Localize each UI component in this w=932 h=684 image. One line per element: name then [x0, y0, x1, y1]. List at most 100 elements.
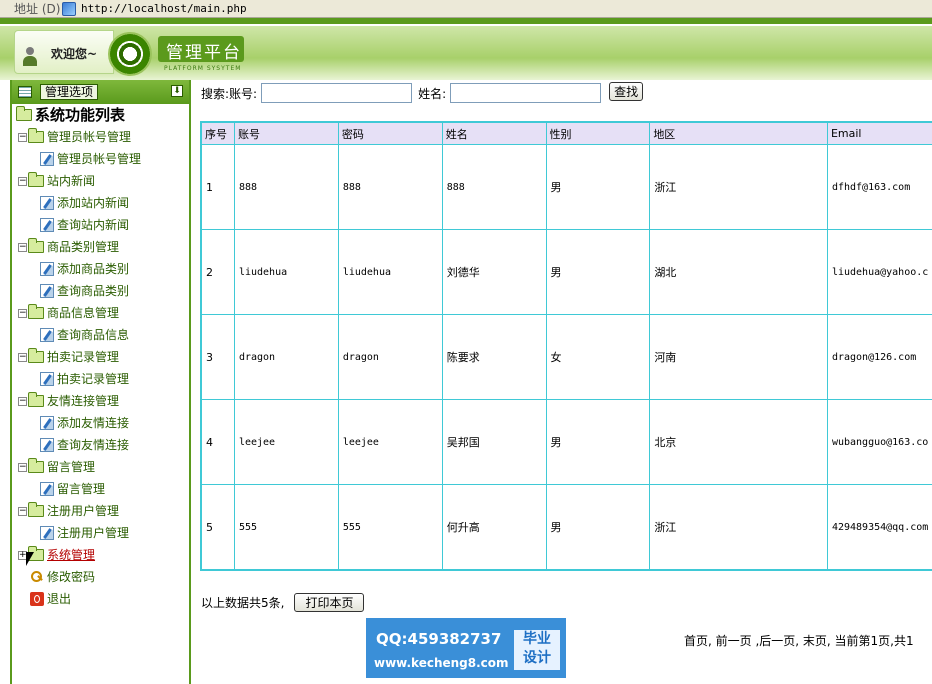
collapse-toggle-icon[interactable]: − [18, 308, 27, 318]
menu-list-icon [18, 86, 32, 98]
edit-page-icon [40, 262, 54, 276]
table-cell: 男 [545, 229, 651, 315]
table-cell: 2 [201, 229, 235, 315]
main-content: 搜索:账号: 姓名: 查找 序号 账号 密码 姓名 性别 地区 Email 1 … [193, 80, 932, 684]
table-cell: 吴邦国 [441, 399, 547, 485]
power-icon [30, 592, 44, 606]
tree-item-messages[interactable]: 留言管理 [12, 478, 189, 500]
table-cell: 3 [201, 314, 235, 400]
watermark-box: 毕业 设计 [514, 630, 560, 670]
table-cell: 刘德华 [441, 229, 547, 315]
logo-icon [108, 32, 152, 76]
welcome-panel: 欢迎您~ [14, 30, 114, 74]
address-bar: 地址 (D) http://localhost/main.php [0, 0, 932, 18]
collapse-toggle-icon[interactable]: − [18, 396, 27, 406]
tree-item-change-password[interactable]: 修改密码 [12, 566, 189, 588]
collapse-toggle-icon[interactable]: − [18, 506, 27, 516]
tree-item-users[interactable]: 注册用户管理 [12, 522, 189, 544]
tree-item-auction[interactable]: 拍卖记录管理 [12, 368, 189, 390]
table-cell: dragon [337, 314, 443, 400]
tree-group-product[interactable]: − 商品信息管理 [12, 302, 189, 324]
table-cell: leejee [337, 399, 443, 485]
search-button[interactable]: 查找 [609, 81, 644, 101]
table-cell: 5 [201, 484, 235, 570]
tree-group-links[interactable]: − 友情连接管理 [12, 390, 189, 412]
edit-page-icon [40, 416, 54, 430]
tree-group-users[interactable]: − 注册用户管理 [12, 500, 189, 522]
tree-item-add-link[interactable]: 添加友情连接 [12, 412, 189, 434]
tree-title-text: 系统功能列表 [35, 106, 126, 124]
table-cell: 男 [545, 144, 651, 230]
folder-icon [28, 304, 44, 319]
table-cell: 浙江 [649, 144, 828, 230]
sidebar-header-label[interactable]: 管理选项 [40, 84, 99, 100]
sidebar: 管理选项 ⬇ 系统功能列表 − 管理员帐号管理 管理员帐号管理 − 站内新闻 添加站… [10, 80, 191, 684]
tree-item-query-link[interactable]: 查询友情连接 [12, 434, 189, 456]
column-header: 姓名 [441, 122, 547, 145]
page-favicon-icon [62, 1, 76, 16]
collapse-toggle-icon[interactable]: − [18, 242, 27, 252]
logo-title: 管理平台 [166, 43, 242, 63]
record-count-text: 以上数据共5条, [201, 596, 285, 610]
column-header: 性别 [545, 122, 651, 145]
column-header: 密码 [337, 122, 443, 145]
tree-item-query-product[interactable]: 查询商品信息 [12, 324, 189, 346]
table-cell: 888 [337, 144, 443, 230]
table-cell: liudehua [233, 229, 339, 315]
table-row: 1 888 888 888 男 浙江 dfhdf@163.com [201, 144, 932, 230]
folder-icon [28, 458, 44, 473]
tree-item-query-news[interactable]: 查询站内新闻 [12, 214, 189, 236]
table-cell: dragon@126.com [826, 314, 932, 400]
tree-item-logout[interactable]: 退出 [12, 588, 189, 610]
folder-icon [28, 128, 44, 143]
folder-icon [28, 502, 44, 517]
tree-group-auction[interactable]: − 拍卖记录管理 [12, 346, 189, 368]
pagination[interactable]: 首页, 前一页 ,后一页, 末页, 当前第1页,共1 [684, 632, 914, 649]
folder-icon [28, 238, 44, 253]
folder-icon [28, 392, 44, 407]
table-cell: 男 [545, 399, 651, 485]
sidebar-header: 管理选项 ⬇ [12, 80, 189, 104]
edit-page-icon [40, 196, 54, 210]
user-table: 序号 账号 密码 姓名 性别 地区 Email 1 888 888 888 男 … [200, 121, 932, 571]
account-search-input[interactable] [261, 83, 413, 103]
collapse-toggle-icon[interactable]: − [18, 176, 27, 186]
table-cell: dfhdf@163.com [826, 144, 932, 230]
tree-item-admin-account[interactable]: 管理员帐号管理 [12, 148, 189, 170]
print-page-button[interactable]: 打印本页 [294, 593, 365, 612]
search-account-label: 搜索:账号: [201, 86, 258, 101]
column-header: Email [826, 122, 932, 145]
tree-item-add-category[interactable]: 添加商品类别 [12, 258, 189, 280]
tree-group-site-news[interactable]: − 站内新闻 [12, 170, 189, 192]
tree-group-messages[interactable]: − 留言管理 [12, 456, 189, 478]
collapse-toggle-icon[interactable]: − [18, 462, 27, 472]
collapse-toggle-icon[interactable]: − [18, 352, 27, 362]
address-url[interactable]: http://localhost/main.php [81, 2, 247, 15]
header-banner: 欢迎您~ 管理平台 PLATFORM SYSYTEM [0, 18, 932, 80]
watermark-site: www.kecheng8.com [374, 656, 509, 670]
tree-item-add-news[interactable]: 添加站内新闻 [12, 192, 189, 214]
collapse-toggle-icon[interactable]: − [18, 132, 27, 142]
tree-group-category[interactable]: − 商品类别管理 [12, 236, 189, 258]
watermark-box-line2: 设计 [523, 650, 551, 666]
table-cell: 女 [545, 314, 651, 400]
tree-item-query-category[interactable]: 查询商品类别 [12, 280, 189, 302]
table-cell: 陈要求 [441, 314, 547, 400]
tree-group-system[interactable]: + 系统管理 [12, 544, 189, 566]
tree-group-admin-account[interactable]: − 管理员帐号管理 [12, 126, 189, 148]
edit-page-icon [40, 284, 54, 298]
table-cell: 湖北 [649, 229, 828, 315]
collapse-arrow-icon[interactable]: ⬇ [171, 85, 183, 97]
table-cell: 555 [337, 484, 443, 570]
column-header: 序号 [201, 122, 235, 145]
name-search-input[interactable] [450, 83, 602, 103]
logo-subtitle: PLATFORM SYSYTEM [164, 65, 242, 72]
table-cell: liudehua@yahoo.c [826, 229, 932, 315]
table-cell: liudehua [337, 229, 443, 315]
watermark-qq: QQ:459382737 [376, 630, 502, 648]
edit-page-icon [40, 526, 54, 540]
folder-icon [28, 348, 44, 363]
watermark-banner: QQ:459382737 www.kecheng8.com 毕业 设计 [366, 618, 566, 678]
table-row: 4 leejee leejee 吴邦国 男 北京 wubangguo@163.c… [201, 399, 932, 485]
table-row: 3 dragon dragon 陈要求 女 河南 dragon@126.com [201, 314, 932, 400]
